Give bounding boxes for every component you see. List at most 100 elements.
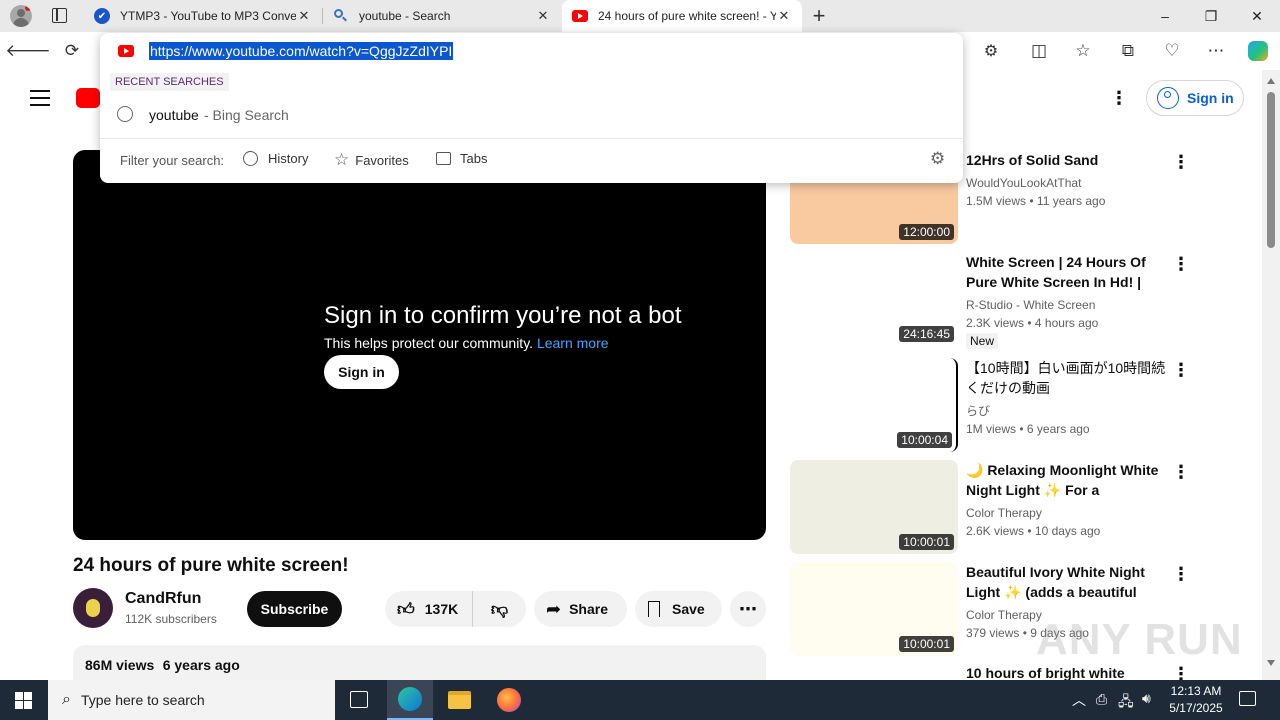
scroll-up-arrow[interactable]	[1267, 78, 1275, 84]
filter-tabs[interactable]: Tabs	[436, 151, 487, 166]
video-thumbnail[interactable]: 10:00:01	[790, 460, 958, 554]
tab-active-youtube[interactable]: 24 hours of pure white screen! - YouTube…	[562, 0, 802, 32]
related-kebab-icon[interactable]: ⋮	[1172, 153, 1190, 171]
collections-icon[interactable]: ⧉	[1113, 37, 1143, 65]
share-label: Share	[569, 601, 609, 617]
video-thumbnail[interactable]: 24:16:45	[790, 252, 958, 346]
tab-label: youtube - Search	[359, 9, 451, 23]
related-stats: 2.6K views • 10 days ago	[966, 524, 1101, 538]
bot-check-text: This helps protect our community.	[324, 335, 534, 351]
learn-more-link[interactable]: Learn more	[537, 335, 609, 351]
notification-icon[interactable]	[1239, 691, 1256, 706]
save-button[interactable]: Save	[635, 591, 722, 627]
bot-check-body: This helps protect our community. Learn …	[324, 335, 609, 351]
filter-history[interactable]: History	[243, 151, 308, 166]
search-icon: ⌕	[62, 691, 71, 708]
video-thumbnail[interactable]: 10:00:01	[790, 562, 958, 656]
taskbar-search-box[interactable]: ⌕ Type here to search	[48, 680, 335, 720]
settings-kebab-icon[interactable]: ⋮	[1110, 89, 1128, 107]
description-box[interactable]: 86M views 6 years ago	[73, 645, 766, 680]
channel-avatar[interactable]	[73, 588, 113, 628]
history-clock-icon	[117, 106, 133, 122]
video-player[interactable]: Sign in to confirm you’re not a bot This…	[73, 150, 766, 540]
settings-more-icon[interactable]: ⋯	[1201, 37, 1231, 65]
like-count: 137K	[424, 601, 459, 617]
related-kebab-icon[interactable]: ⋮	[1172, 255, 1190, 273]
video-thumbnail[interactable]: 10:00:04	[790, 358, 958, 452]
duration-badge: 10:00:04	[897, 432, 952, 448]
dropdown-settings-gear-icon[interactable]: ⚙	[930, 149, 945, 169]
filter-favorites[interactable]: ☆ Favorites	[334, 150, 409, 170]
dropdown-divider	[100, 138, 963, 139]
related-title[interactable]: 🌙 Relaxing Moonlight White Night Light ✨…	[966, 460, 1171, 500]
sign-in-label: Sign in	[1187, 90, 1234, 106]
star-icon: ☆	[334, 150, 350, 169]
tab-actions-icon[interactable]	[52, 8, 67, 23]
related-channel[interactable]: R-Studio - White Screen	[966, 298, 1095, 312]
close-tab-icon[interactable]: ✕	[535, 8, 551, 24]
tray-chevron-icon[interactable]: ︿	[1072, 690, 1086, 710]
scrollbar-thumb[interactable]	[1267, 92, 1275, 248]
account-circle-icon	[1157, 87, 1179, 109]
tray-device-icon[interactable]: ⎙	[1096, 691, 1107, 708]
refresh-button[interactable]: ⟳	[57, 37, 87, 65]
related-title[interactable]: White Screen | 24 Hours Of Pure White Sc…	[966, 252, 1171, 292]
profile-avatar-icon[interactable]	[10, 5, 32, 27]
related-channel[interactable]: Color Therapy	[966, 506, 1042, 520]
youtube-logo-icon[interactable]	[76, 88, 100, 108]
history-icon	[243, 151, 258, 166]
youtube-favicon-icon	[572, 10, 588, 22]
firefox-icon[interactable]	[497, 688, 521, 712]
task-view-icon[interactable]	[350, 691, 368, 708]
favorites-star-icon[interactable]: ☆	[1068, 37, 1098, 65]
suggestion-row[interactable]: youtube - Bing Search	[100, 101, 963, 129]
tab-ytmp3[interactable]: ✔ YTMP3 - YouTube to MP3 Converter ✕	[84, 0, 322, 32]
duration-badge: 12:00:00	[899, 224, 954, 240]
share-button[interactable]: ➦ Share	[534, 591, 627, 627]
close-window-button[interactable]: ✕	[1234, 0, 1280, 32]
windows-start-icon[interactable]	[15, 692, 32, 709]
channel-name[interactable]: CandRfun	[125, 590, 201, 608]
file-explorer-icon[interactable]	[448, 691, 471, 709]
tab-youtube-search[interactable]: youtube - Search ✕	[323, 0, 561, 32]
like-button[interactable]: 👍︎ 137K	[385, 591, 473, 627]
back-button[interactable]: 🡐	[5, 37, 51, 65]
player-sign-in-button[interactable]: Sign in	[324, 355, 399, 389]
related-title[interactable]: 10 hours of bright white screen	[966, 666, 1171, 680]
related-kebab-icon[interactable]: ⋮	[1172, 565, 1190, 583]
related-title[interactable]: 12Hrs of Solid Sand	[966, 150, 1171, 170]
related-channel[interactable]: らび	[966, 402, 990, 419]
thumbs-up-icon: 👍︎	[397, 599, 415, 619]
page-scrollbar[interactable]	[1262, 70, 1280, 680]
close-tab-icon[interactable]: ✕	[776, 8, 792, 24]
clock-date[interactable]: 5/17/2025	[1166, 701, 1226, 715]
close-tab-icon[interactable]: ✕	[296, 8, 312, 24]
scroll-down-arrow[interactable]	[1267, 660, 1275, 666]
new-tab-button[interactable]: +	[808, 2, 830, 30]
network-icon[interactable]: 🖧	[1118, 691, 1134, 715]
browser-essentials-icon[interactable]: ♡	[1157, 37, 1187, 65]
clock-time[interactable]: 12:13 AM	[1169, 684, 1223, 698]
volume-icon[interactable]: 🔊︎	[1142, 690, 1151, 707]
filter-history-label: History	[268, 151, 309, 166]
related-kebab-icon[interactable]: ⋮	[1172, 463, 1190, 481]
address-input[interactable]: https://www.youtube.com/watch?v=QggJzZdI…	[149, 42, 454, 60]
subscribe-button[interactable]: Subscribe	[247, 591, 342, 627]
hamburger-menu-icon[interactable]	[30, 90, 50, 106]
copilot-icon[interactable]	[1243, 37, 1273, 65]
related-channel[interactable]: WouldYouLookAtThat	[966, 176, 1081, 190]
related-channel[interactable]: Color Therapy	[966, 608, 1042, 622]
edge-taskbar-icon[interactable]	[387, 680, 433, 720]
related-title[interactable]: 【10時間】白い画面が10時間続くだけの動画	[966, 358, 1171, 398]
maximize-button[interactable]: ❐	[1188, 0, 1234, 32]
split-screen-icon[interactable]: ◫	[1024, 37, 1054, 65]
extensions-icon[interactable]: ⚙	[976, 37, 1006, 65]
minimize-button[interactable]: –	[1142, 0, 1188, 32]
more-actions-button[interactable]: ⋯	[730, 591, 766, 627]
sign-in-button[interactable]: Sign in	[1146, 80, 1244, 116]
related-title[interactable]: Beautiful Ivory White Night Light ✨ (add…	[966, 562, 1171, 602]
new-badge: New	[966, 333, 999, 349]
dislike-button[interactable]: 👎︎	[473, 591, 526, 627]
related-kebab-icon[interactable]: ⋮	[1172, 361, 1190, 379]
related-kebab-icon[interactable]: ⋮	[1172, 666, 1188, 680]
